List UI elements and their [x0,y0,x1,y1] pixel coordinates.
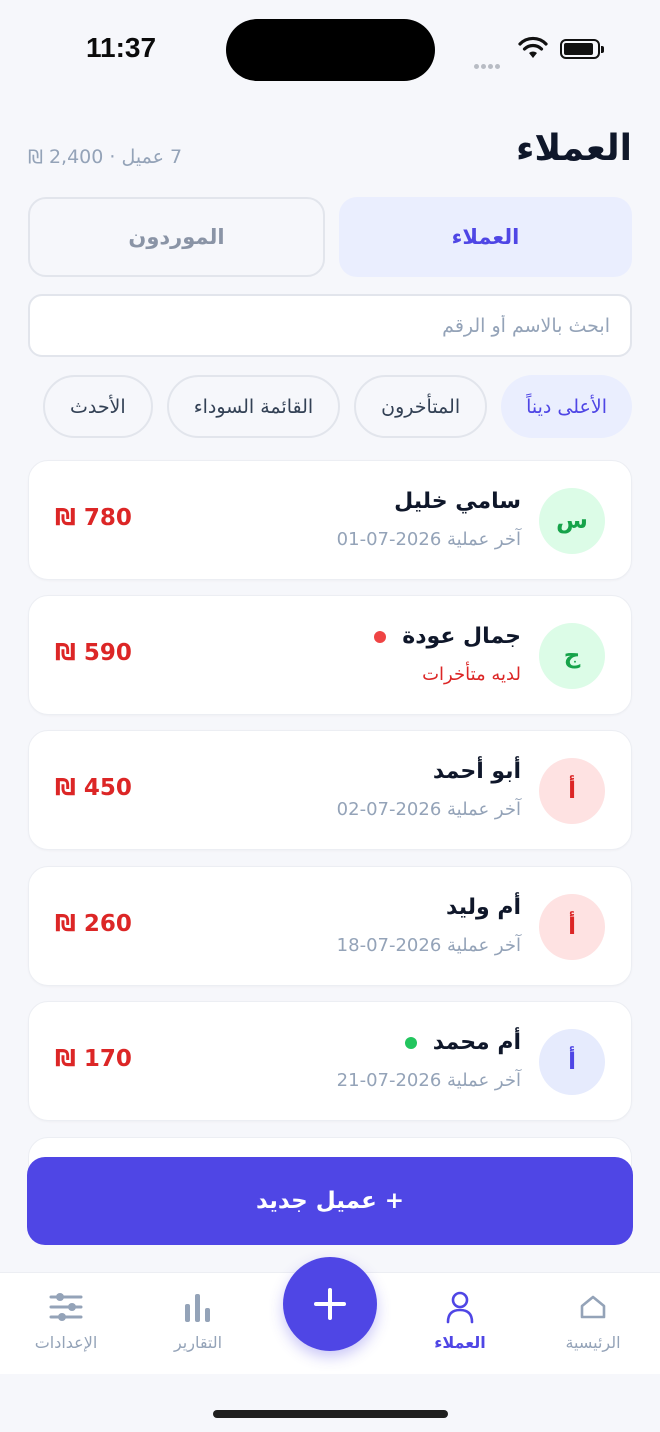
customer-card[interactable]: ج جمال عودة لديه متأخرات 590 ₪ [28,595,632,715]
customer-name-text: أم وليد [446,895,521,920]
avatar: ج [539,623,605,689]
customer-last-activity: آخر عملية 2026-07-18 [336,935,521,956]
tab-home-label: الرئيسية [565,1333,621,1352]
customer-last-activity: آخر عملية 2026-07-21 [336,1070,521,1091]
customer-name-text: أبو أحمد [432,759,521,784]
sliders-icon [11,1287,121,1327]
tab-customers-nav[interactable]: العملاء [405,1287,515,1352]
customer-name: أبو أحمد [433,759,521,784]
customer-name-text: جمال عودة [402,624,521,649]
customer-name: أم وليد [446,895,521,920]
customer-card[interactable]: س سامي خليل آخر عملية 2026-07-01 780 ₪ [28,460,632,580]
avatar: أ [539,1029,605,1095]
search-input[interactable] [50,314,610,337]
search-box [28,294,632,357]
customer-balance: 780 ₪ [55,505,132,531]
add-customer-button[interactable]: + عميل جديد [27,1157,633,1245]
fab-add-button[interactable] [283,1257,377,1351]
filter-highest-debt[interactable]: الأعلى ديناً [501,375,632,438]
avatar: أ [539,894,605,960]
customer-name: سامي خليل [394,489,521,514]
tab-settings-label: الإعدادات [34,1333,98,1352]
tab-customers[interactable]: العملاء [339,197,632,277]
customer-name: أم محمد [404,1030,521,1055]
customer-card[interactable]: أ أبو أحمد آخر عملية 2026-07-02 450 ₪ [28,730,632,850]
status-time: 11:37 [86,32,157,63]
home-indicator [213,1410,448,1418]
home-icon [538,1287,648,1327]
signal-icon [474,54,502,73]
customer-card[interactable]: أ أم محمد آخر عملية 2026-07-21 170 ₪ [28,1001,632,1121]
customer-name-text: أم محمد [432,1030,521,1055]
plus-icon [314,1288,346,1320]
user-icon [405,1287,515,1327]
customer-balance: 260 ₪ [55,911,132,937]
tab-reports-label: التقارير [173,1333,223,1352]
customer-last-activity: آخر عملية 2026-07-02 [336,799,521,820]
tab-suppliers[interactable]: الموردون [28,197,325,277]
active-status-dot [404,1036,417,1049]
tab-reports[interactable]: التقارير [143,1287,253,1352]
filter-chips: الأعلى ديناً المتأخرون القائمة السوداء ا… [42,375,632,438]
customer-name-text: سامي خليل [394,489,521,514]
tab-settings[interactable]: الإعدادات [11,1287,121,1352]
customer-last-activity: آخر عملية 2026-07-01 [336,529,521,550]
customer-balance: 450 ₪ [55,775,132,801]
page-title: العملاء [515,128,632,169]
avatar: أ [539,758,605,824]
avatar: س [539,488,605,554]
customer-balance: 170 ₪ [55,1046,132,1072]
segmented-control: العملاء الموردون [28,197,632,277]
page-header: العملاء 7 عميل · 2,400 ₪ [28,128,632,178]
customer-name: جمال عودة [374,624,521,649]
late-status-dot [374,630,387,643]
status-bar: 11:37 [0,0,660,100]
customer-overdue-note: لديه متأخرات [422,664,521,685]
filter-late[interactable]: المتأخرون [354,375,488,438]
tab-customers-label: العملاء [434,1333,486,1352]
customers-summary: 7 عميل · 2,400 ₪ [28,146,183,168]
wifi-icon [518,36,548,58]
dynamic-island [226,19,435,81]
status-icons [470,36,610,69]
tab-home[interactable]: الرئيسية [538,1287,648,1352]
customer-card[interactable]: أ أم وليد آخر عملية 2026-07-18 260 ₪ [28,866,632,986]
filter-newest[interactable]: الأحدث [42,375,153,438]
bar-chart-icon [143,1287,253,1327]
filter-blacklist[interactable]: القائمة السوداء [166,375,341,438]
customer-balance: 590 ₪ [55,640,132,666]
battery-icon [560,39,604,59]
